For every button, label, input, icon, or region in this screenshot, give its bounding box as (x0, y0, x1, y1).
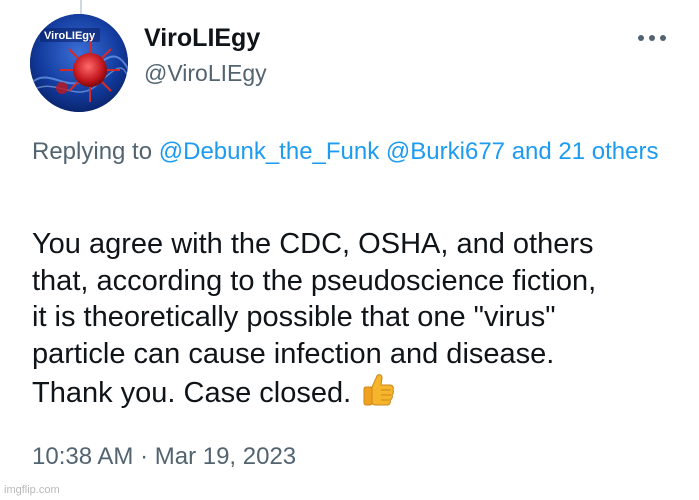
tweet-text-line: that, according to the pseudoscience fic… (32, 264, 597, 297)
watermark: imgflip.com (4, 484, 60, 496)
avatar[interactable]: ViroLIEgy (30, 14, 128, 112)
tweet-text-line: You agree with the CDC, OSHA, and others (32, 228, 594, 260)
tweet-text: You agree with the CDC, OSHA, and others… (32, 226, 682, 418)
replying-to-prefix: Replying to (32, 138, 159, 165)
tweet-timestamp[interactable]: 10:38 AM · Mar 19, 2023 (32, 443, 296, 471)
mention-link[interactable]: @Debunk_the_Funk (159, 138, 380, 165)
tweet-text-line: particle can cause infection and disease… (32, 337, 555, 370)
thread-connector-line (80, 0, 82, 14)
more-horizontal-icon (638, 35, 666, 41)
avatar-logo-text: ViroLIEgy (44, 30, 96, 42)
tweet-text-line: it is theoretically possible that one "v… (32, 301, 556, 333)
thumbs-up-icon (361, 372, 395, 418)
more-options-button[interactable] (632, 26, 672, 50)
avatar-image: ViroLIEgy (30, 14, 128, 112)
author-display-name[interactable]: ViroLIEgy (144, 24, 260, 53)
more-mentions-link[interactable]: and 21 others (512, 138, 659, 165)
tweet-text-line: Thank you. Case closed. (32, 377, 352, 409)
author-handle[interactable]: @ViroLIEgy (144, 60, 267, 87)
mention-link[interactable]: @Burki677 (386, 138, 505, 165)
replying-to-line: Replying to @Debunk_the_Funk @Burki677 a… (32, 134, 672, 170)
tweet-text-line-last: Thank you. Case closed. (32, 372, 682, 418)
